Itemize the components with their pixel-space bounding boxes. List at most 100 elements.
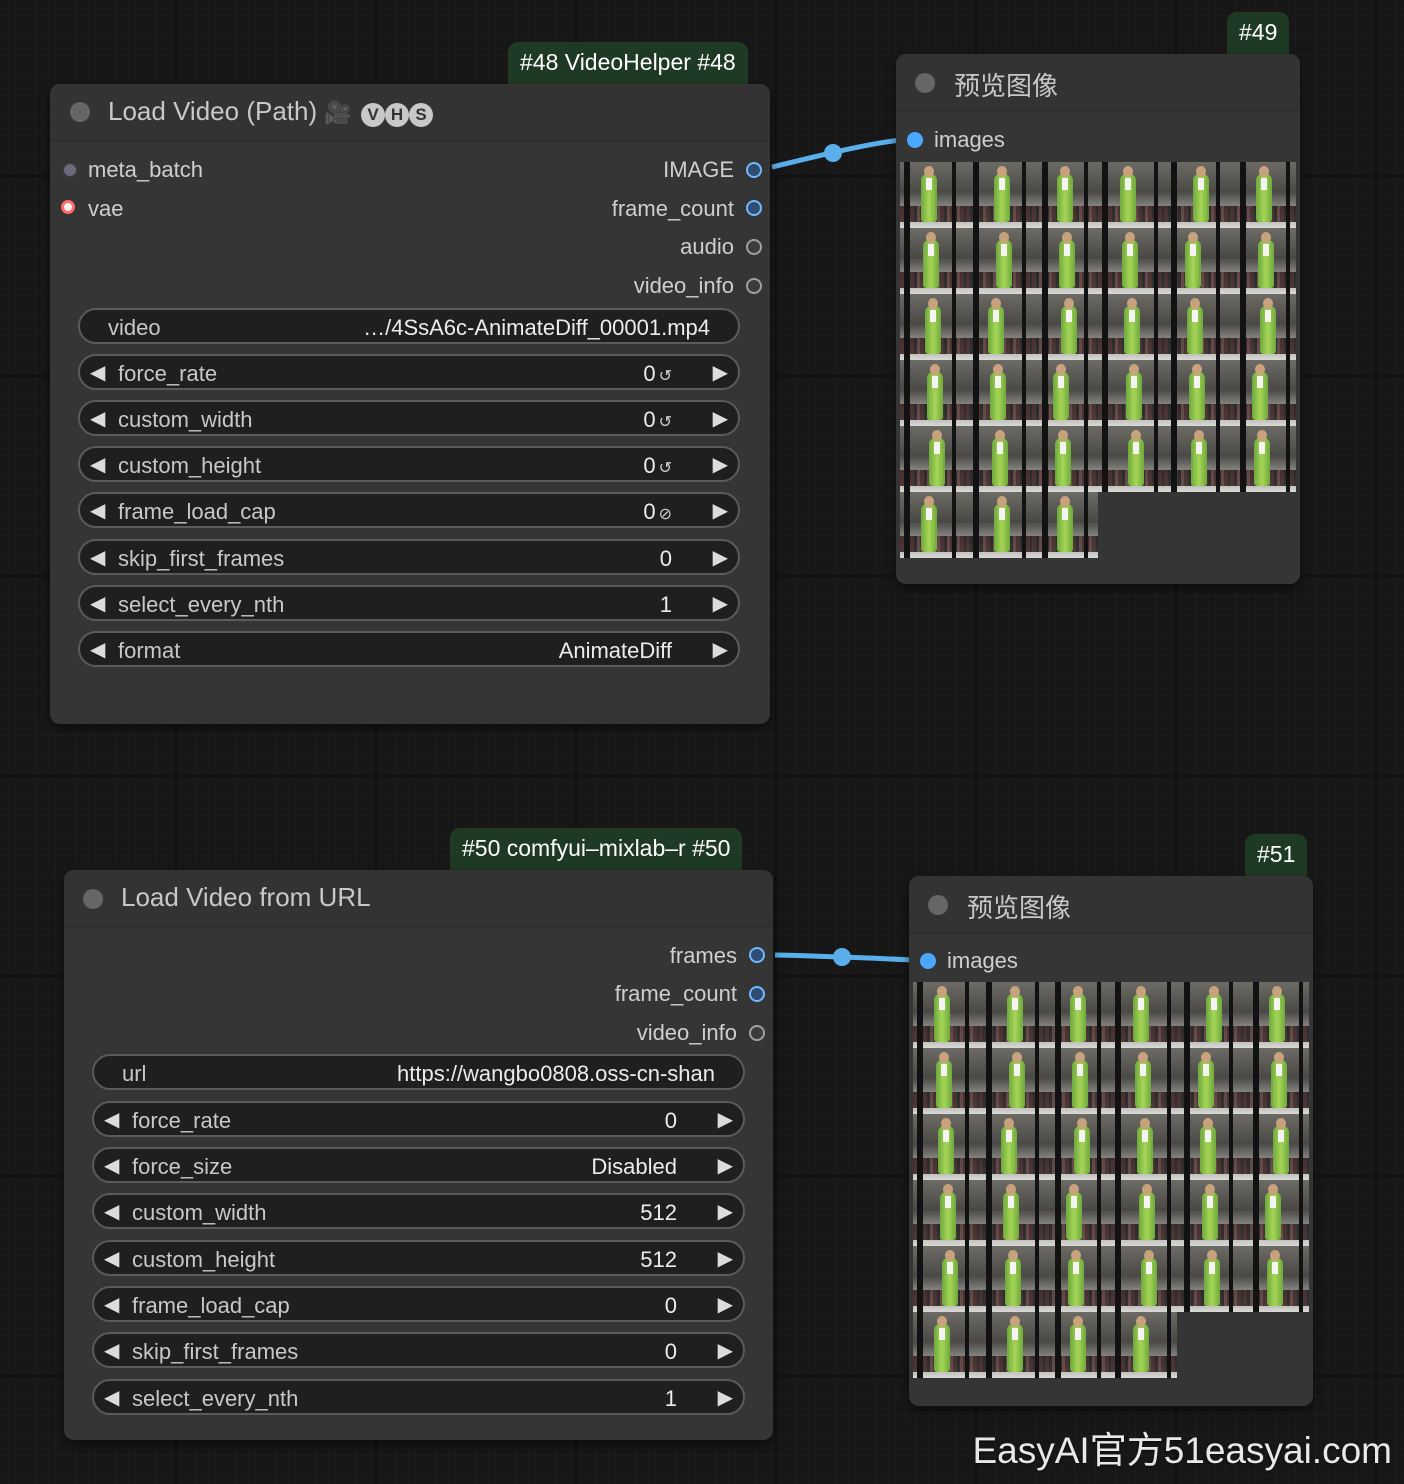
preview-frame-thumbnail[interactable]: [966, 360, 1032, 426]
preview-image-grid[interactable]: [900, 162, 1296, 558]
preview-frame-thumbnail[interactable]: [1177, 1246, 1243, 1312]
preview-frame-thumbnail[interactable]: [1230, 360, 1296, 426]
preview-frame-thumbnail[interactable]: [1032, 294, 1098, 360]
preview-frame-thumbnail[interactable]: [1111, 1048, 1177, 1114]
preview-frame-thumbnail[interactable]: [1111, 1312, 1177, 1378]
decrement-arrow-icon[interactable]: ◀: [90, 637, 105, 662]
preview-frame-thumbnail[interactable]: [913, 982, 979, 1048]
preview-frame-thumbnail[interactable]: [913, 1114, 979, 1180]
preview-image-grid[interactable]: [913, 982, 1309, 1378]
image-output-socket[interactable]: [746, 162, 762, 178]
preview-frame-thumbnail[interactable]: [966, 228, 1032, 294]
node-preview-image-51[interactable]: 预览图像 images: [909, 876, 1313, 1406]
frame-count-output-socket[interactable]: [749, 986, 765, 1002]
preview-frame-thumbnail[interactable]: [900, 162, 966, 228]
decrement-arrow-icon[interactable]: ◀: [90, 591, 105, 616]
decrement-arrow-icon[interactable]: ◀: [104, 1246, 119, 1271]
preview-frame-thumbnail[interactable]: [966, 294, 1032, 360]
preview-frame-thumbnail[interactable]: [900, 294, 966, 360]
preview-frame-thumbnail[interactable]: [979, 982, 1045, 1048]
preview-frame-thumbnail[interactable]: [1111, 1114, 1177, 1180]
node-48-header[interactable]: Load Video (Path) 🎥 VHS: [50, 84, 770, 141]
preview-frame-thumbnail[interactable]: [1111, 982, 1177, 1048]
preview-frame-thumbnail[interactable]: [1032, 426, 1098, 492]
preview-frame-thumbnail[interactable]: [1045, 1246, 1111, 1312]
increment-arrow-icon[interactable]: ▶: [713, 498, 728, 523]
vae-input-socket[interactable]: [61, 200, 75, 214]
custom-height-widget[interactable]: ◀ custom_height 512 ▶: [92, 1240, 745, 1276]
preview-frame-thumbnail[interactable]: [1164, 228, 1230, 294]
preview-frame-thumbnail[interactable]: [1098, 228, 1164, 294]
images-input-socket[interactable]: [920, 953, 936, 969]
preview-frame-thumbnail[interactable]: [913, 1312, 979, 1378]
select-every-nth-widget[interactable]: ◀ select_every_nth 1 ▶: [78, 585, 740, 621]
increment-arrow-icon[interactable]: ▶: [718, 1292, 733, 1317]
video-path-widget[interactable]: video …/4SsA6c-AnimateDiff_00001.mp4: [78, 308, 740, 344]
decrement-arrow-icon[interactable]: ◀: [104, 1199, 119, 1224]
preview-frame-thumbnail[interactable]: [966, 162, 1032, 228]
node-load-video-url[interactable]: Load Video from URL frames frame_count v…: [64, 870, 773, 1440]
force-size-widget[interactable]: ◀ force_size Disabled ▶: [92, 1147, 745, 1183]
decrement-arrow-icon[interactable]: ◀: [90, 360, 105, 385]
images-input-socket[interactable]: [907, 132, 923, 148]
preview-frame-thumbnail[interactable]: [979, 1312, 1045, 1378]
node-51-collapse-dot[interactable]: [928, 895, 948, 915]
preview-frame-thumbnail[interactable]: [1045, 1180, 1111, 1246]
increment-arrow-icon[interactable]: ▶: [713, 452, 728, 477]
preview-frame-thumbnail[interactable]: [1243, 1048, 1309, 1114]
frame-load-cap-widget[interactable]: ◀ frame_load_cap 0 ⊘ ▶: [78, 492, 740, 528]
decrement-arrow-icon[interactable]: ◀: [104, 1107, 119, 1132]
preview-frame-thumbnail[interactable]: [1098, 426, 1164, 492]
preview-frame-thumbnail[interactable]: [966, 426, 1032, 492]
preview-frame-thumbnail[interactable]: [1177, 1048, 1243, 1114]
preview-frame-thumbnail[interactable]: [900, 360, 966, 426]
node-50-header[interactable]: Load Video from URL: [64, 870, 773, 927]
preview-frame-thumbnail[interactable]: [1230, 294, 1296, 360]
decrement-arrow-icon[interactable]: ◀: [104, 1338, 119, 1363]
preview-frame-thumbnail[interactable]: [1032, 228, 1098, 294]
skip-first-frames-widget[interactable]: ◀ skip_first_frames 0 ▶: [92, 1332, 745, 1368]
preview-frame-thumbnail[interactable]: [1098, 162, 1164, 228]
node-49-header[interactable]: 预览图像: [896, 54, 1300, 111]
force-rate-widget[interactable]: ◀ force_rate 0 ↺ ▶: [78, 354, 740, 390]
preview-frame-thumbnail[interactable]: [1032, 162, 1098, 228]
preview-frame-thumbnail[interactable]: [1111, 1246, 1177, 1312]
decrement-arrow-icon[interactable]: ◀: [104, 1153, 119, 1178]
preview-frame-thumbnail[interactable]: [1045, 1048, 1111, 1114]
preview-frame-thumbnail[interactable]: [1177, 1114, 1243, 1180]
frames-output-socket[interactable]: [749, 947, 765, 963]
increment-arrow-icon[interactable]: ▶: [713, 360, 728, 385]
increment-arrow-icon[interactable]: ▶: [713, 545, 728, 570]
preview-frame-thumbnail[interactable]: [1243, 1180, 1309, 1246]
decrement-arrow-icon[interactable]: ◀: [104, 1385, 119, 1410]
increment-arrow-icon[interactable]: ▶: [718, 1107, 733, 1132]
preview-frame-thumbnail[interactable]: [1230, 162, 1296, 228]
increment-arrow-icon[interactable]: ▶: [713, 406, 728, 431]
decrement-arrow-icon[interactable]: ◀: [90, 452, 105, 477]
format-widget[interactable]: ◀ format AnimateDiff ▶: [78, 631, 740, 667]
preview-frame-thumbnail[interactable]: [966, 492, 1032, 558]
preview-frame-thumbnail[interactable]: [1098, 294, 1164, 360]
preview-frame-thumbnail[interactable]: [913, 1048, 979, 1114]
audio-output-socket[interactable]: [746, 239, 762, 255]
preview-frame-thumbnail[interactable]: [900, 228, 966, 294]
preview-frame-thumbnail[interactable]: [979, 1180, 1045, 1246]
url-widget[interactable]: url https://wangbo0808.oss-cn-shan: [92, 1054, 745, 1090]
preview-frame-thumbnail[interactable]: [1243, 1246, 1309, 1312]
node-preview-image-49[interactable]: 预览图像 images: [896, 54, 1300, 584]
increment-arrow-icon[interactable]: ▶: [718, 1246, 733, 1271]
preview-frame-thumbnail[interactable]: [1045, 1114, 1111, 1180]
video-info-output-socket[interactable]: [749, 1025, 765, 1041]
increment-arrow-icon[interactable]: ▶: [718, 1153, 733, 1178]
preview-frame-thumbnail[interactable]: [900, 426, 966, 492]
preview-frame-thumbnail[interactable]: [913, 1246, 979, 1312]
preview-frame-thumbnail[interactable]: [900, 492, 966, 558]
select-every-nth-widget[interactable]: ◀ select_every_nth 1 ▶: [92, 1379, 745, 1415]
preview-frame-thumbnail[interactable]: [1164, 294, 1230, 360]
preview-frame-thumbnail[interactable]: [979, 1246, 1045, 1312]
preview-frame-thumbnail[interactable]: [979, 1114, 1045, 1180]
frame-load-cap-widget[interactable]: ◀ frame_load_cap 0 ▶: [92, 1286, 745, 1322]
custom-height-widget[interactable]: ◀ custom_height 0 ↺ ▶: [78, 446, 740, 482]
node-load-video-path[interactable]: Load Video (Path) 🎥 VHS meta_batch vae I…: [50, 84, 770, 724]
increment-arrow-icon[interactable]: ▶: [713, 591, 728, 616]
